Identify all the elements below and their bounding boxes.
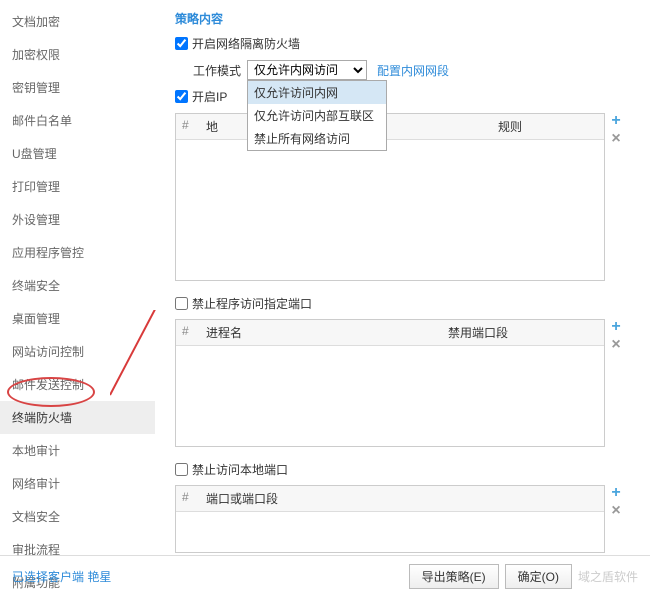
watermark: 域之盾软件: [578, 568, 638, 585]
sidebar-item-key-mgmt[interactable]: 密钥管理: [0, 71, 155, 104]
port-table: # 端口或端口段: [175, 485, 605, 553]
sidebar-item-label: 邮件发送控制: [12, 378, 84, 392]
main-panel: 策略内容 开启网络隔离防火墙 工作模式 仅允许内网访问 仅允许访问内网 仅允许访…: [155, 0, 650, 555]
sidebar-item-web-access[interactable]: 网站访问控制: [0, 335, 155, 368]
table-body[interactable]: [176, 140, 604, 280]
block-process-label: 禁止程序访问指定端口: [192, 295, 312, 312]
ip-table: # 地 规则: [175, 113, 605, 281]
sidebar-item-mail-whitelist[interactable]: 邮件白名单: [0, 104, 155, 137]
block-local-port-input[interactable]: [175, 463, 188, 476]
table-body[interactable]: [176, 346, 604, 446]
sidebar-item-local-audit[interactable]: 本地审计: [0, 434, 155, 467]
block-local-port-label: 禁止访问本地端口: [192, 461, 288, 478]
sidebar-item-mail-send[interactable]: 邮件发送控制: [0, 368, 155, 401]
sidebar-item-encrypt-perm[interactable]: 加密权限: [0, 38, 155, 71]
table-header: # 地 规则: [176, 114, 604, 140]
sidebar-item-label: 外设管理: [12, 213, 60, 227]
block-local-port-checkbox[interactable]: 禁止访问本地端口: [175, 461, 288, 478]
add-icon[interactable]: +: [608, 113, 624, 129]
col-num: #: [182, 118, 206, 135]
sidebar-item-label: 审批流程: [12, 543, 60, 557]
sidebar-item-usb[interactable]: U盘管理: [0, 137, 155, 170]
sidebar-item-label: U盘管理: [12, 147, 57, 161]
mode-select[interactable]: 仅允许内网访问: [247, 60, 367, 80]
enable-firewall-checkbox[interactable]: 开启网络隔离防火墙: [175, 35, 300, 52]
sidebar-item-print[interactable]: 打印管理: [0, 170, 155, 203]
table-body[interactable]: [176, 512, 604, 552]
sidebar-item-network-audit[interactable]: 网络审计: [0, 467, 155, 500]
enable-ip-checkbox[interactable]: 开启IP: [175, 88, 227, 105]
sidebar-item-label: 网络审计: [12, 477, 60, 491]
sidebar-item-terminal-security[interactable]: 终端安全: [0, 269, 155, 302]
enable-ip-input[interactable]: [175, 90, 188, 103]
sidebar-item-doc-security[interactable]: 文档安全: [0, 500, 155, 533]
table-header: # 进程名 禁用端口段: [176, 320, 604, 346]
ok-button[interactable]: 确定(O): [505, 564, 572, 589]
sidebar-item-label: 打印管理: [12, 180, 60, 194]
sidebar-item-label: 网站访问控制: [12, 345, 84, 359]
sidebar-item-label: 终端安全: [12, 279, 60, 293]
mode-option-block-all[interactable]: 禁止所有网络访问: [248, 127, 386, 150]
mode-option-intranet[interactable]: 仅允许访问内网: [248, 81, 386, 104]
remove-icon[interactable]: ×: [608, 337, 624, 353]
table-header: # 端口或端口段: [176, 486, 604, 512]
footer-status: 已选择客户端 艳星: [12, 568, 111, 585]
add-icon[interactable]: +: [608, 485, 624, 501]
mode-option-internal[interactable]: 仅允许访问内部互联区: [248, 104, 386, 127]
sidebar-item-label: 邮件白名单: [12, 114, 72, 128]
sidebar-item-label: 终端防火墙: [12, 411, 72, 425]
enable-firewall-label: 开启网络隔离防火墙: [192, 35, 300, 52]
sidebar-item-label: 加密权限: [12, 48, 60, 62]
mode-label: 工作模式: [193, 62, 241, 79]
sidebar-item-doc-encrypt[interactable]: 文档加密: [0, 5, 155, 38]
sidebar-item-label: 桌面管理: [12, 312, 60, 326]
sidebar-item-app-control[interactable]: 应用程序管控: [0, 236, 155, 269]
col-num: #: [182, 324, 206, 341]
sidebar-item-peripheral[interactable]: 外设管理: [0, 203, 155, 236]
config-intranet-link[interactable]: 配置内网网段: [377, 62, 449, 79]
sidebar-item-firewall[interactable]: 终端防火墙: [0, 401, 155, 434]
sidebar-item-label: 文档加密: [12, 15, 60, 29]
col-num: #: [182, 490, 206, 507]
mode-dropdown: 仅允许访问内网 仅允许访问内部互联区 禁止所有网络访问: [247, 80, 387, 151]
sidebar-item-label: 文档安全: [12, 510, 60, 524]
col-port: 端口或端口段: [206, 490, 598, 507]
process-table: # 进程名 禁用端口段: [175, 319, 605, 447]
sidebar-item-label: 密钥管理: [12, 81, 60, 95]
remove-icon[interactable]: ×: [608, 131, 624, 147]
sidebar-item-approval[interactable]: 审批流程: [0, 533, 155, 566]
col-port-range: 禁用端口段: [448, 324, 598, 341]
block-process-input[interactable]: [175, 297, 188, 310]
block-process-checkbox[interactable]: 禁止程序访问指定端口: [175, 295, 312, 312]
remove-icon[interactable]: ×: [608, 503, 624, 519]
enable-firewall-input[interactable]: [175, 37, 188, 50]
add-icon[interactable]: +: [608, 319, 624, 335]
export-button[interactable]: 导出策略(E): [409, 564, 499, 589]
sidebar: 文档加密 加密权限 密钥管理 邮件白名单 U盘管理 打印管理 外设管理 应用程序…: [0, 0, 155, 555]
col-rule: 规则: [498, 118, 598, 135]
sidebar-item-label: 应用程序管控: [12, 246, 84, 260]
sidebar-item-label: 本地审计: [12, 444, 60, 458]
col-process: 进程名: [206, 324, 448, 341]
sidebar-item-desktop[interactable]: 桌面管理: [0, 302, 155, 335]
section-title: 策略内容: [175, 10, 630, 27]
enable-ip-label: 开启IP: [192, 88, 227, 105]
